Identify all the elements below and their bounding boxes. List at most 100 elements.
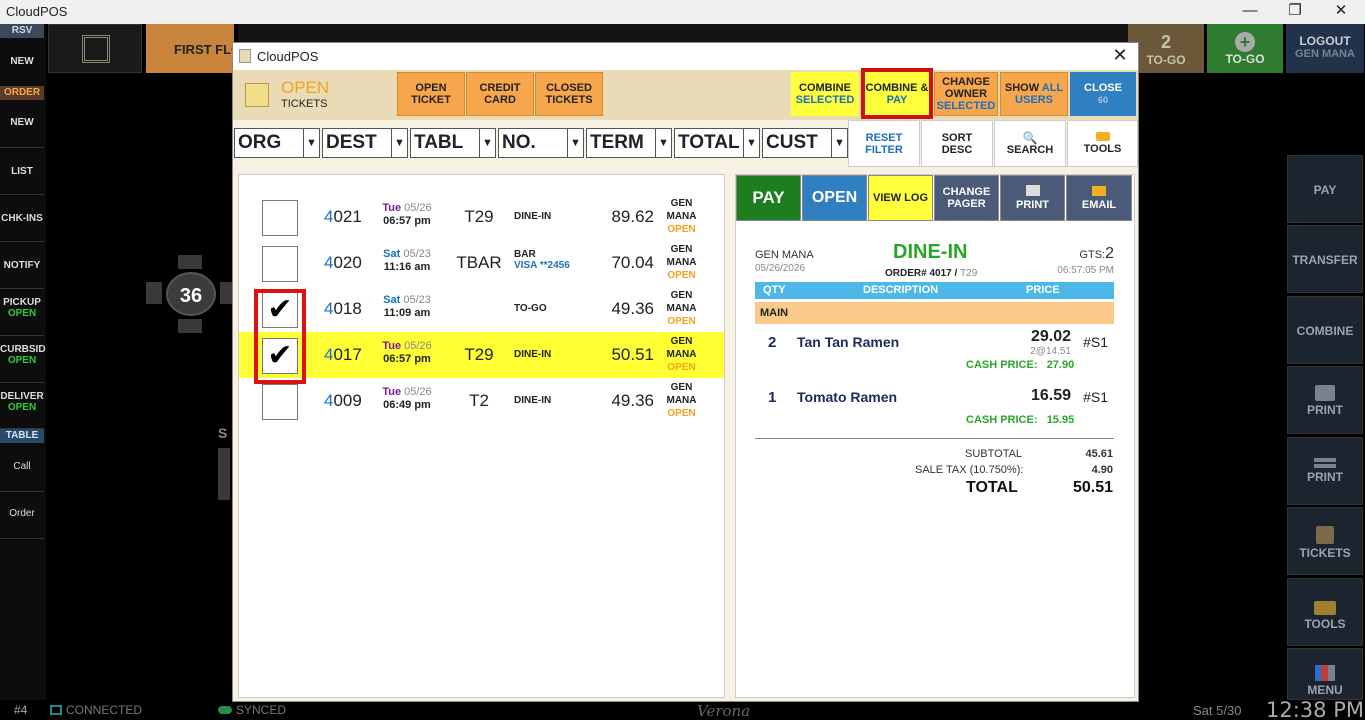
dest-filter[interactable]: DEST ▼: [322, 128, 408, 158]
ticket-row[interactable]: ✔ 4018 Sat 05/23 11:09 am TO-GO 49.36 GEN…: [239, 286, 724, 332]
sort-desc-button[interactable]: SORT DESC: [921, 120, 993, 167]
ticket-checkbox[interactable]: [262, 200, 298, 236]
ticket-checkbox[interactable]: [262, 246, 298, 282]
ticket-card: VISA **2456: [514, 260, 570, 271]
ticket-datetime: Tue 05/26 06:49 pm: [379, 386, 435, 412]
change-owner-label-2: OWNER: [944, 88, 988, 100]
ticket-datetime: Sat 05/23 11:16 am: [379, 248, 435, 274]
reset-filter-button[interactable]: RESET FILTER: [848, 120, 920, 167]
printer-icon: [1315, 385, 1335, 401]
order-button[interactable]: Order: [0, 492, 44, 539]
clock-date: Sat 5/30: [1193, 703, 1242, 718]
term-filter[interactable]: TERM ▼: [586, 128, 672, 158]
table-edge: [218, 448, 230, 500]
order-new-button[interactable]: NEW: [0, 102, 44, 148]
minimize-button[interactable]: —: [1227, 0, 1273, 24]
total-label: TOTAL: [678, 132, 740, 153]
curbside-button[interactable]: CURBSID OPEN: [0, 336, 46, 383]
add-togo-button[interactable]: + TO-GO: [1207, 24, 1283, 73]
list-button[interactable]: LIST: [0, 148, 44, 195]
ticket-status: OPEN: [667, 270, 696, 281]
col-qty: QTY: [763, 284, 786, 296]
floor-tab[interactable]: FIRST FLO: [146, 24, 234, 73]
open-ticket-button[interactable]: OPEN TICKET: [397, 72, 465, 116]
ticket-row[interactable]: 4009 Tue 05/26 06:49 pm T2 DINE-IN 49.36 …: [239, 378, 724, 424]
view-log-button[interactable]: VIEW LOG: [868, 175, 933, 221]
tools-side-label: TOOLS: [1304, 617, 1346, 631]
logout-button[interactable]: LOGOUT GEN MANA: [1286, 24, 1364, 73]
ticket-row[interactable]: 4021 Tue 05/26 06:57 pm T29 DINE-IN 89.62…: [239, 194, 724, 240]
table-36[interactable]: 36: [166, 272, 216, 316]
open-button[interactable]: OPEN: [802, 175, 867, 221]
ticket-datetime: Tue 05/26 06:57 pm: [379, 340, 435, 366]
tickets-button[interactable]: TICKETS: [1287, 507, 1363, 575]
ticket-table: TBAR: [456, 253, 502, 272]
change-owner-button[interactable]: CHANGE OWNER SELECTED: [934, 72, 998, 116]
tools-side-button[interactable]: TOOLS: [1287, 578, 1363, 646]
item-name: Tomato Ramen: [797, 389, 898, 405]
chk-ins-button[interactable]: CHK-INS: [0, 195, 44, 242]
app-icon: [239, 49, 251, 63]
combine-selected-button[interactable]: COMBINE SELECTED: [791, 72, 859, 116]
logout-user: GEN MANA: [1295, 48, 1355, 60]
tools-button[interactable]: TOOLS: [1067, 120, 1138, 167]
togo-count-button[interactable]: 2 TO-GO: [1128, 24, 1204, 73]
ticket-total: 89.62: [611, 207, 654, 226]
item-unit-price: 2@14.51: [1030, 346, 1071, 357]
rsv-new-button[interactable]: NEW: [0, 40, 44, 90]
tabl-label: TABL: [414, 132, 464, 153]
dialog-close-icon[interactable]: ✕: [1108, 45, 1132, 66]
reset-label-1: RESET: [865, 131, 903, 144]
clock-time: 12:38 PM: [1266, 698, 1364, 720]
menu-button[interactable]: MENU: [1287, 648, 1363, 700]
call-button[interactable]: Call: [0, 445, 44, 492]
subtotal-label: SUBTOTAL: [965, 448, 1023, 460]
combine-side-button[interactable]: COMBINE: [1287, 296, 1363, 364]
pay-side-button[interactable]: PAY: [1287, 155, 1363, 223]
ticket-total: 70.04: [611, 253, 654, 272]
pickup-button[interactable]: PICKUP OPEN: [0, 289, 44, 336]
ticket-number: 4020: [324, 253, 362, 273]
notify-button[interactable]: NOTIFY: [0, 242, 44, 289]
pay-button[interactable]: PAY: [736, 175, 801, 221]
tabl-filter[interactable]: TABL ▼: [410, 128, 496, 158]
status-bar: #4 CONNECTED SYNCED Sat 5/30 12:38 PM: [0, 698, 1365, 720]
print-button[interactable]: PRINT: [1000, 175, 1065, 221]
server-name: GEN MANA: [755, 249, 814, 261]
total-filter[interactable]: TOTAL ▼: [674, 128, 760, 158]
combine-and-pay-button[interactable]: COMBINE & PAY: [861, 68, 933, 119]
ticket-number: 4021: [324, 207, 362, 227]
order-header: ORDER: [0, 86, 44, 100]
ticket-date: 05/23: [403, 248, 431, 260]
delivery-button[interactable]: DELIVER OPEN: [0, 383, 44, 429]
email-button[interactable]: EMAIL: [1066, 175, 1132, 221]
ticket-total: 49.36: [611, 391, 654, 410]
transfer-button[interactable]: TRANSFER: [1287, 225, 1363, 293]
show-all-users-button[interactable]: SHOW ALL USERS: [1000, 72, 1068, 116]
ticket-row[interactable]: 4020 Sat 05/23 11:16 am TBAR BAR VISA **24…: [239, 240, 724, 286]
restore-button[interactable]: ❐: [1272, 0, 1318, 24]
order-number-label: ORDER# 4017 /: [885, 268, 958, 279]
ticket-list: 4021 Tue 05/26 06:57 pm T29 DINE-IN 89.62…: [238, 174, 725, 698]
no-filter[interactable]: NO. ▼: [498, 128, 584, 158]
order-item[interactable]: 1 Tomato Ramen 16.59 #S1 CASH PRICE: 15.…: [755, 385, 1114, 435]
home-logo-button[interactable]: [48, 24, 142, 73]
org-filter[interactable]: ORG ▼: [234, 128, 320, 158]
cust-filter[interactable]: CUST ▼: [762, 128, 848, 158]
order-number: ORDER# 4017 / T29: [885, 268, 977, 279]
combine-selected-label-1: COMBINE: [799, 82, 851, 94]
change-pager-button[interactable]: CHANGE PAGER: [934, 175, 999, 221]
search-button[interactable]: 🔍 SEARCH: [994, 120, 1066, 167]
order-item[interactable]: 2 Tan Tan Ramen 29.02 2@14.51 #S1 CASH P…: [755, 328, 1114, 380]
ticket-row-selected[interactable]: ✔ 4017 Tue 05/26 06:57 pm T29 DINE-IN 50.…: [239, 332, 724, 378]
dialog-close-button[interactable]: CLOSE 60: [1070, 72, 1136, 116]
ticket-checkbox[interactable]: [262, 384, 298, 420]
credit-card-button[interactable]: CREDIT CARD: [466, 72, 534, 116]
dialog-title-bar: CloudPOS ✕: [233, 43, 1138, 70]
print-kitchen-button[interactable]: PRINT: [1287, 437, 1363, 505]
closed-tickets-button[interactable]: CLOSED TICKETS: [535, 72, 603, 116]
guests: GTS:2: [1079, 245, 1114, 263]
window-close-button[interactable]: ✕: [1318, 0, 1364, 24]
print-side-button[interactable]: PRINT: [1287, 366, 1363, 434]
ticket-number-rest: 021: [333, 207, 362, 226]
